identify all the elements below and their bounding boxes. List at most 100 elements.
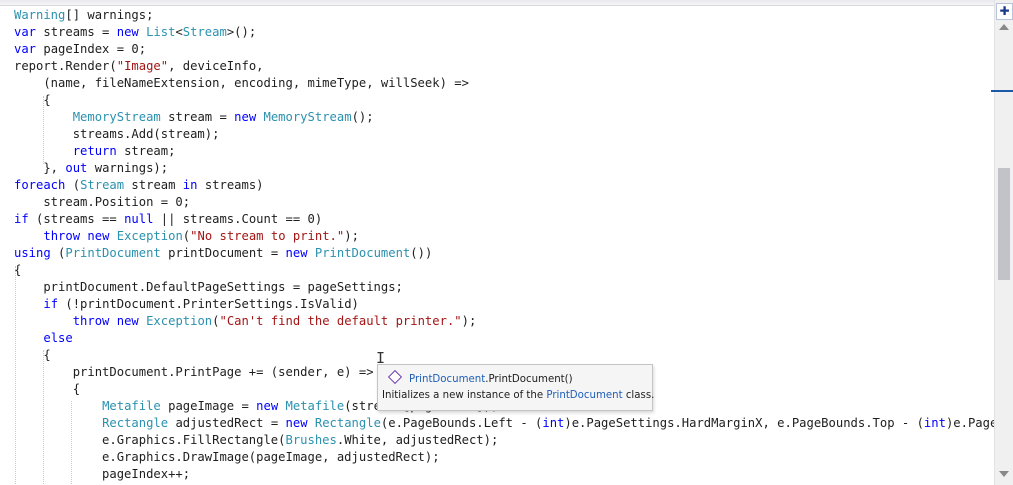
code-token: printDocument.DefaultPageSettings = page…	[14, 280, 403, 294]
code-token: null	[124, 212, 154, 226]
code-line[interactable]: foreach (Stream stream in streams)	[14, 177, 264, 194]
code-line[interactable]: e.Graphics.DrawImage(pageImage, adjusted…	[14, 449, 440, 466]
code-token: throw	[43, 229, 81, 243]
code-token: || streams.Count == 0)	[153, 212, 323, 226]
code-token: (	[65, 178, 81, 192]
code-token: new	[87, 229, 110, 243]
code-token: new	[116, 314, 139, 328]
code-token: Exception	[116, 229, 183, 243]
code-token: stream =	[160, 110, 235, 124]
code-token: .White, adjustedRect);	[336, 433, 499, 447]
code-line[interactable]: if (!printDocument.PrinterSettings.IsVal…	[14, 296, 359, 313]
code-line[interactable]: {	[14, 381, 80, 398]
code-line[interactable]: printDocument.PrintPage += (sender, e) =…	[14, 364, 374, 381]
code-line[interactable]: {	[14, 262, 21, 279]
code-token: Stream	[182, 25, 227, 39]
tooltip-description-end: class.	[622, 390, 655, 401]
code-token: );	[461, 314, 477, 328]
code-line[interactable]: else	[14, 330, 73, 347]
vertical-scrollbar[interactable]: ✚	[991, 0, 1013, 485]
code-token: (!printDocument.PrinterSettings.IsValid)	[58, 297, 359, 311]
split-window-button[interactable]: ✚	[996, 3, 1013, 20]
code-token: int	[542, 416, 565, 430]
code-token: report.Render(	[14, 59, 117, 73]
code-token: stream;	[116, 144, 176, 158]
code-token: out	[65, 161, 88, 175]
code-line[interactable]: }, out warnings);	[14, 160, 168, 177]
code-token: streams =	[36, 25, 117, 39]
code-token: pageIndex++;	[14, 467, 191, 481]
code-line[interactable]: var streams = new List<Stream>();	[14, 24, 256, 41]
code-token: e.Graphics.FillRectangle(	[14, 433, 286, 447]
code-token: var	[14, 42, 37, 56]
code-token: MemoryStream	[72, 110, 161, 124]
tooltip-type-link[interactable]: PrintDocument	[409, 374, 485, 385]
caret-position-marker	[991, 90, 1013, 92]
quickinfo-tooltip: PrintDocument.PrintDocument() Initialize…	[377, 364, 655, 411]
code-token: ())	[410, 246, 433, 260]
code-line[interactable]: if (streams == null || streams.Count == …	[14, 211, 322, 228]
code-token: List	[146, 25, 176, 39]
code-token: "Can't find the default printer."	[219, 314, 462, 328]
code-line[interactable]: streams.Add(stream);	[14, 126, 220, 143]
code-token: [] warnings;	[65, 8, 154, 22]
code-line[interactable]: {	[14, 347, 50, 364]
code-token: (	[50, 246, 66, 260]
code-token: <	[175, 25, 183, 39]
code-token: new	[256, 399, 279, 413]
code-token: Metafile	[285, 399, 345, 413]
code-line[interactable]: stream.Position = 0;	[14, 194, 190, 211]
code-line[interactable]: throw new Exception("Can't find the defa…	[14, 313, 477, 330]
code-token: foreach	[14, 178, 66, 192]
code-line[interactable]: throw new Exception("No stream to print.…	[14, 228, 359, 245]
code-line[interactable]: return stream;	[14, 143, 176, 160]
scroll-down-icon[interactable]	[999, 471, 1009, 477]
scrollbar-thumb[interactable]	[998, 168, 1010, 280]
code-token: ();	[351, 110, 374, 124]
code-token: },	[14, 161, 66, 175]
code-token: printDocument.PrintPage += (sender, e) =…	[14, 365, 374, 379]
code-line[interactable]: MemoryStream stream = new MemoryStream()…	[14, 109, 374, 126]
code-line[interactable]: pageIndex++;	[14, 466, 190, 483]
scroll-up-icon[interactable]	[999, 24, 1009, 30]
code-token: Metafile	[102, 399, 161, 413]
code-token: else	[43, 331, 73, 345]
code-token: (e.PageBounds.Left - (	[380, 416, 543, 430]
tooltip-class-link[interactable]: PrintDocument	[546, 390, 622, 401]
code-token: new	[285, 416, 308, 430]
code-line[interactable]: Warning[] warnings;	[14, 7, 153, 24]
code-token: e.Graphics.DrawImage(pageImage, adjusted…	[14, 450, 440, 464]
code-line[interactable]: {	[14, 92, 50, 109]
code-token: Warning	[14, 8, 66, 22]
code-line[interactable]: Rectangle adjustedRect = new Rectangle(e…	[14, 415, 995, 432]
code-token: Stream	[80, 178, 125, 192]
code-line[interactable]: report.Render("Image", deviceInfo,	[14, 58, 264, 75]
code-token: return	[72, 144, 117, 158]
code-token: var	[14, 25, 37, 39]
code-token: if	[14, 212, 29, 226]
code-editor[interactable]: Warning[] warnings; var streams = new Lis…	[0, 5, 995, 485]
code-line[interactable]: e.Graphics.FillRectangle(Brushes.White, …	[14, 432, 498, 449]
code-token: PrintDocument	[314, 246, 411, 260]
code-line[interactable]: using (PrintDocument printDocument = new…	[14, 245, 432, 262]
code-token: MemoryStream	[263, 110, 352, 124]
tooltip-member: .PrintDocument()	[485, 374, 573, 385]
code-line[interactable]: (name, fileNameExtension, encoding, mime…	[14, 75, 469, 92]
code-line[interactable]: printDocument.DefaultPageSettings = page…	[14, 279, 403, 296]
code-token: , deviceInfo,	[168, 59, 264, 73]
code-token: streams.Add(stream);	[14, 127, 220, 141]
code-token: pageIndex = 0;	[36, 42, 147, 56]
code-token: int	[923, 416, 946, 430]
code-token: )e.PageSettings.HardMarginX, e.PageBound…	[564, 416, 924, 430]
code-line[interactable]: var pageIndex = 0;	[14, 41, 146, 58]
code-token: (name, fileNameExtension, encoding, mime…	[14, 76, 469, 90]
code-token: Brushes	[285, 433, 337, 447]
code-token: )e.PageSett	[945, 416, 995, 430]
